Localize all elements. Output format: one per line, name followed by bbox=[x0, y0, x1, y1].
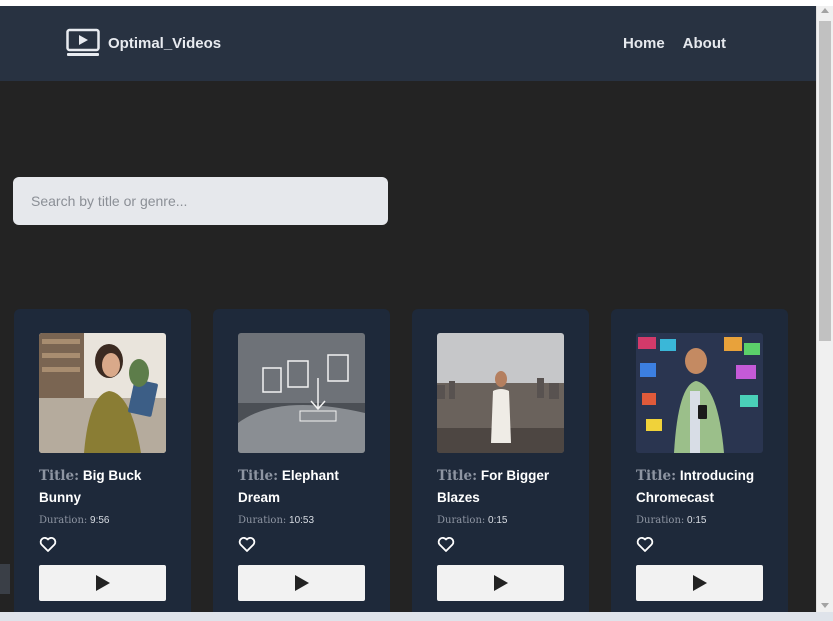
video-thumbnail[interactable] bbox=[39, 333, 166, 453]
vertical-scrollbar[interactable] bbox=[816, 6, 833, 612]
video-card: Title: Elephant Dream Duration: 10:53 bbox=[213, 309, 390, 612]
brand[interactable]: Optimal_Videos bbox=[66, 28, 221, 58]
heart-outline-icon[interactable] bbox=[437, 535, 455, 553]
video-title: Title: Introducing Chromecast bbox=[636, 465, 776, 509]
nav-link-about[interactable]: About bbox=[683, 35, 726, 52]
heart-outline-icon[interactable] bbox=[39, 535, 57, 553]
video-thumbnail[interactable] bbox=[238, 333, 365, 453]
heart-outline-icon[interactable] bbox=[636, 535, 654, 553]
scrollbar-thumb[interactable] bbox=[819, 21, 831, 341]
duration-key: Duration: bbox=[39, 515, 88, 526]
duration-key: Duration: bbox=[636, 515, 685, 526]
title-key: Title: bbox=[238, 468, 279, 484]
video-duration: Duration: 0:15 bbox=[636, 515, 707, 526]
search-input[interactable] bbox=[13, 177, 388, 225]
thumbnail-woman-with-tablet bbox=[39, 333, 166, 453]
video-title: Title: Elephant Dream bbox=[238, 465, 378, 509]
thumbnail-man-with-phone-screens bbox=[636, 333, 763, 453]
duration-key: Duration: bbox=[238, 515, 287, 526]
navbar: Optimal_Videos Home About bbox=[0, 6, 816, 81]
video-duration: Duration: 10:53 bbox=[238, 515, 314, 526]
play-icon bbox=[692, 575, 707, 591]
duration-value: 9:56 bbox=[90, 515, 110, 526]
video-title: Title: For Bigger Blazes bbox=[437, 465, 577, 509]
title-key: Title: bbox=[39, 468, 80, 484]
play-icon bbox=[95, 575, 110, 591]
video-thumbnail[interactable] bbox=[437, 333, 564, 453]
duration-value: 0:15 bbox=[687, 515, 707, 526]
video-card: Title: Big Buck Bunny Duration: 9:56 bbox=[14, 309, 191, 612]
nav-link-home[interactable]: Home bbox=[623, 35, 665, 52]
nav-links: Home About bbox=[623, 35, 726, 52]
play-button[interactable] bbox=[238, 565, 365, 601]
left-edge-widget bbox=[0, 564, 10, 594]
duration-value: 10:53 bbox=[289, 515, 315, 526]
play-button[interactable] bbox=[437, 565, 564, 601]
duration-value: 0:15 bbox=[488, 515, 508, 526]
video-thumbnail[interactable] bbox=[636, 333, 763, 453]
play-icon bbox=[493, 575, 508, 591]
scroll-up-arrow-icon[interactable] bbox=[821, 8, 829, 13]
play-button[interactable] bbox=[636, 565, 763, 601]
scroll-down-arrow-icon[interactable] bbox=[821, 603, 829, 608]
title-key: Title: bbox=[437, 468, 478, 484]
play-button[interactable] bbox=[39, 565, 166, 601]
video-card: Title: For Bigger Blazes Duration: 0:15 bbox=[412, 309, 589, 612]
page-viewport: Optimal_Videos Home About Search by titl… bbox=[0, 6, 816, 612]
video-player-icon bbox=[66, 28, 100, 56]
title-key: Title: bbox=[636, 468, 677, 484]
video-duration: Duration: 9:56 bbox=[39, 515, 110, 526]
thumbnail-woman-on-rooftop-city bbox=[437, 333, 564, 453]
video-card: Title: Introducing Chromecast Duration: … bbox=[611, 309, 788, 612]
taskbar-edge bbox=[0, 612, 833, 621]
video-duration: Duration: 0:15 bbox=[437, 515, 508, 526]
duration-key: Duration: bbox=[437, 515, 486, 526]
play-icon bbox=[294, 575, 309, 591]
thumbnail-laptop-document-upload bbox=[238, 333, 365, 453]
video-title: Title: Big Buck Bunny bbox=[39, 465, 179, 509]
brand-name: Optimal_Videos bbox=[108, 34, 222, 52]
heart-outline-icon[interactable] bbox=[238, 535, 256, 553]
